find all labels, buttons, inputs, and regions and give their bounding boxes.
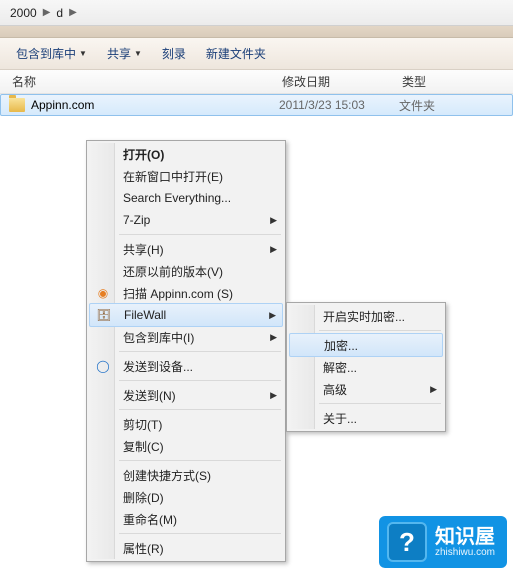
filewall-icon: 🗄 xyxy=(96,307,112,323)
window-spacer xyxy=(0,26,513,38)
submenu-arrow-icon: ▶ xyxy=(430,384,437,395)
menu-filewall[interactable]: 🗄 FileWall ▶ xyxy=(89,303,283,327)
menu-properties[interactable]: 属性(R) xyxy=(89,537,283,559)
menu-restore-previous[interactable]: 还原以前的版本(V) xyxy=(89,260,283,282)
menu-separator xyxy=(119,460,281,461)
burn-button[interactable]: 刻录 xyxy=(154,42,194,65)
menu-delete[interactable]: 删除(D) xyxy=(89,486,283,508)
file-name: Appinn.com xyxy=(31,98,94,112)
menu-send-to-device[interactable]: ◯ 发送到设备... xyxy=(89,355,283,377)
menu-rename[interactable]: 重命名(M) xyxy=(89,508,283,530)
column-header-type[interactable]: 类型 xyxy=(390,73,513,90)
toolbar-label: 包含到库中 xyxy=(16,45,76,62)
submenu-arrow-icon: ▶ xyxy=(270,332,277,343)
menu-label: 包含到库中(I) xyxy=(123,329,194,346)
menu-separator xyxy=(319,403,441,404)
menu-share[interactable]: 共享(H) ▶ xyxy=(89,238,283,260)
table-row[interactable]: Appinn.com 2011/3/23 15:03 文件夹 xyxy=(0,94,513,116)
share-button[interactable]: 共享 ▼ xyxy=(99,42,150,65)
scan-icon: ◉ xyxy=(95,285,111,301)
menu-label: 打开(O) xyxy=(123,146,164,163)
column-header-date[interactable]: 修改日期 xyxy=(270,73,390,90)
menu-separator xyxy=(119,351,281,352)
watermark-url: zhishiwu.com xyxy=(435,547,495,558)
toolbar-label: 共享 xyxy=(107,45,131,62)
menu-separator xyxy=(119,533,281,534)
context-menu: 打开(O) 在新窗口中打开(E) Search Everything... 7-… xyxy=(86,140,286,562)
menu-separator xyxy=(119,234,281,235)
device-icon: ◯ xyxy=(95,358,111,374)
watermark-logo: ? 知识屋 zhishiwu.com xyxy=(379,516,507,568)
new-folder-button[interactable]: 新建文件夹 xyxy=(198,42,274,65)
menu-separator xyxy=(119,380,281,381)
menu-advanced[interactable]: 高级 ▶ xyxy=(289,378,443,400)
menu-search-everything[interactable]: Search Everything... xyxy=(89,187,283,209)
menu-label: 7-Zip xyxy=(123,213,150,227)
menu-send-to[interactable]: 发送到(N) ▶ xyxy=(89,384,283,406)
menu-open-new-window[interactable]: 在新窗口中打开(E) xyxy=(89,165,283,187)
menu-realtime-encrypt[interactable]: 开启实时加密... xyxy=(289,305,443,327)
menu-7zip[interactable]: 7-Zip ▶ xyxy=(89,209,283,231)
breadcrumb-segment[interactable]: 2000 xyxy=(6,6,41,20)
menu-include-in-library[interactable]: 包含到库中(I) ▶ xyxy=(89,326,283,348)
toolbar: 包含到库中 ▼ 共享 ▼ 刻录 新建文件夹 xyxy=(0,38,513,70)
dropdown-icon: ▼ xyxy=(134,49,142,58)
menu-scan[interactable]: ◉ 扫描 Appinn.com (S) xyxy=(89,282,283,304)
menu-create-shortcut[interactable]: 创建快捷方式(S) xyxy=(89,464,283,486)
folder-icon xyxy=(9,98,25,112)
menu-separator xyxy=(319,330,441,331)
submenu-arrow-icon: ▶ xyxy=(270,244,277,255)
chevron-right-icon: ▶ xyxy=(41,7,53,18)
menu-label: 发送到设备... xyxy=(123,358,193,375)
column-headers: 名称 修改日期 类型 xyxy=(0,70,513,94)
submenu-arrow-icon: ▶ xyxy=(270,390,277,401)
menu-label: 扫描 Appinn.com (S) xyxy=(123,285,233,302)
chevron-right-icon: ▶ xyxy=(67,7,79,18)
breadcrumb-segment[interactable]: d xyxy=(52,6,67,20)
menu-encrypt[interactable]: 加密... xyxy=(289,333,443,357)
file-list: Appinn.com 2011/3/23 15:03 文件夹 xyxy=(0,94,513,116)
toolbar-label: 刻录 xyxy=(162,45,186,62)
submenu-arrow-icon: ▶ xyxy=(269,310,276,321)
watermark-title: 知识屋 xyxy=(435,527,495,547)
menu-label: 高级 xyxy=(323,381,347,398)
column-header-name[interactable]: 名称 xyxy=(0,73,270,90)
file-type: 文件夹 xyxy=(391,97,512,114)
menu-cut[interactable]: 剪切(T) xyxy=(89,413,283,435)
file-date: 2011/3/23 15:03 xyxy=(271,98,391,112)
menu-label: FileWall xyxy=(124,308,166,322)
question-icon: ? xyxy=(387,522,427,562)
submenu-arrow-icon: ▶ xyxy=(270,215,277,226)
menu-label: 共享(H) xyxy=(123,241,164,258)
menu-copy[interactable]: 复制(C) xyxy=(89,435,283,457)
menu-label: 发送到(N) xyxy=(123,387,176,404)
menu-about[interactable]: 关于... xyxy=(289,407,443,429)
include-in-library-button[interactable]: 包含到库中 ▼ xyxy=(8,42,95,65)
dropdown-icon: ▼ xyxy=(79,49,87,58)
submenu-filewall: 开启实时加密... 加密... 解密... 高级 ▶ 关于... xyxy=(286,302,446,432)
toolbar-label: 新建文件夹 xyxy=(206,45,266,62)
menu-open[interactable]: 打开(O) xyxy=(89,143,283,165)
menu-separator xyxy=(119,409,281,410)
menu-decrypt[interactable]: 解密... xyxy=(289,356,443,378)
breadcrumb[interactable]: 2000 ▶ d ▶ xyxy=(0,0,513,26)
